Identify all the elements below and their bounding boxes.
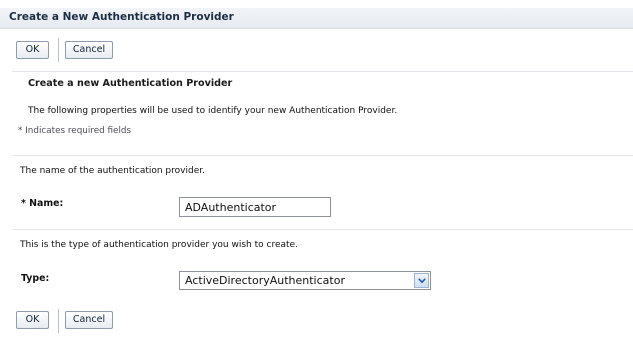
section-divider-2: [12, 155, 633, 156]
button-separator-top: [58, 38, 59, 62]
section-heading: Create a new Authentication Provider: [28, 78, 233, 89]
required-marker: *: [21, 198, 26, 209]
required-fields-note: * Indicates required fields: [18, 126, 132, 136]
name-field-label: * Name:: [21, 198, 63, 209]
ok-button-top[interactable]: OK: [16, 41, 49, 59]
chevron-down-glyph: [418, 278, 426, 284]
ok-button-bottom[interactable]: OK: [16, 311, 49, 329]
cancel-button-top[interactable]: Cancel: [65, 41, 113, 59]
section-divider-3: [12, 229, 633, 230]
section-description: The following properties will be used to…: [28, 106, 398, 116]
type-select[interactable]: ActiveDirectoryAuthenticator: [179, 271, 431, 290]
type-field-label: Type:: [21, 273, 50, 284]
name-field-description: The name of the authentication provider.: [20, 166, 205, 176]
type-select-value: ActiveDirectoryAuthenticator: [185, 274, 345, 287]
section-divider-1: [12, 71, 633, 72]
cancel-button-bottom[interactable]: Cancel: [65, 311, 113, 329]
button-separator-bottom: [58, 309, 59, 333]
page-header: Create a New Authentication Provider: [0, 8, 633, 29]
chevron-down-icon[interactable]: [414, 273, 429, 288]
page-title: Create a New Authentication Provider: [9, 11, 234, 23]
name-label-text: Name:: [29, 198, 64, 209]
type-field-description: This is the type of authentication provi…: [20, 240, 298, 250]
name-input[interactable]: ADAuthenticator: [179, 197, 331, 217]
